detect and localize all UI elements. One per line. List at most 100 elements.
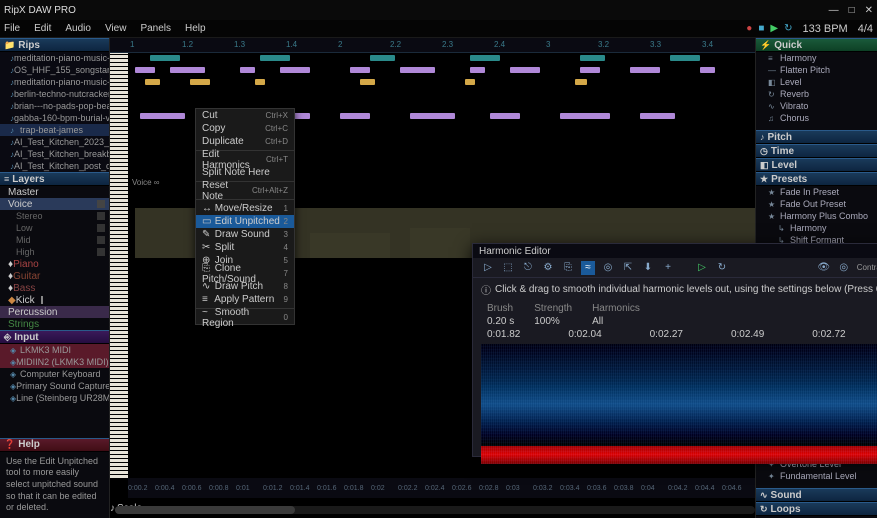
ctx-copy[interactable]: CopyCtrl+C (196, 122, 294, 135)
audio-clip[interactable] (340, 113, 370, 119)
unpitched-region[interactable] (310, 233, 390, 258)
audio-clip[interactable] (140, 113, 185, 119)
export-tool-icon[interactable]: ⇱ (621, 261, 635, 275)
rip-item[interactable]: ♪berlin-techno-nutcracker... (0, 88, 109, 100)
audio-clip[interactable] (135, 67, 155, 73)
maximize-icon[interactable]: □ (849, 5, 855, 16)
audio-clip[interactable] (150, 55, 180, 61)
horizontal-scrollbar[interactable] (115, 506, 755, 514)
audio-clip[interactable] (670, 55, 700, 61)
rip-item[interactable]: ♪brian---no-pads-pop-beats... (0, 100, 109, 112)
audio-clip[interactable] (190, 79, 210, 85)
harm-param-strength[interactable]: Strength100% (534, 303, 572, 327)
help-header[interactable]: ❓Help (0, 438, 109, 452)
ctx-edit-unpitched[interactable]: ▭ Edit Unpitched2 (196, 215, 294, 228)
percussion-layer[interactable]: Percussion (0, 306, 109, 318)
add-tool-icon[interactable]: + (661, 261, 675, 275)
quick-chorus[interactable]: ♫Chorus (756, 112, 877, 124)
ctx-edit-harmonics[interactable]: Edit HarmonicsCtrl+T (196, 153, 294, 166)
voice-sub-layer[interactable]: Mid (0, 234, 109, 246)
audio-clip[interactable] (465, 79, 475, 85)
preset-item[interactable]: ★Fade In Preset (756, 186, 877, 198)
preset-item[interactable]: ★Fade Out Preset (756, 198, 877, 210)
harm-param-brush[interactable]: Brush0.20 s (487, 303, 514, 327)
guitar-layer[interactable]: ♦Guitar (0, 270, 109, 282)
rip-item[interactable]: ♪trap-beat-james (0, 124, 109, 136)
record-button[interactable]: ● (746, 23, 752, 34)
input-item[interactable]: ◈Primary Sound Capture Dr... (0, 380, 109, 392)
rip-item[interactable]: ♪AI_Test_Kitchen_breakbea... (0, 148, 109, 160)
ctx-apply-pattern[interactable]: ≡ Apply Pattern9 (196, 293, 294, 306)
rip-item[interactable]: ♪OS_HHF_155_songstarter... (0, 64, 109, 76)
audio-clip[interactable] (700, 67, 715, 73)
input-item[interactable]: ◈Computer Keyboard (0, 368, 109, 380)
ctx-clone-pitch-sound[interactable]: ⎘ Clone Pitch/Sound7 (196, 267, 294, 280)
quick-header[interactable]: ⚡Quick (756, 38, 877, 52)
tempo-display[interactable]: 133 BPM (802, 23, 847, 35)
contrast-label[interactable]: Contrast (857, 263, 877, 272)
audio-clip[interactable] (280, 67, 310, 73)
level-header[interactable]: ◧Level (756, 158, 877, 172)
audio-clip[interactable] (360, 79, 375, 85)
master-layer[interactable]: Master (0, 186, 109, 198)
stop-button[interactable]: ■ (758, 23, 764, 34)
preset-item[interactable]: ★Harmony Plus Combo (756, 210, 877, 222)
input-header[interactable]: ⎆Input (0, 330, 109, 344)
audio-clip[interactable] (490, 113, 520, 119)
repair-item[interactable]: ✦Fundamental Level (756, 470, 877, 482)
menu-help[interactable]: Help (185, 23, 206, 34)
audio-clip[interactable] (580, 67, 600, 73)
audio-clip[interactable] (240, 67, 255, 73)
loop-harm-icon[interactable]: ↻ (715, 261, 729, 275)
menu-edit[interactable]: Edit (34, 23, 51, 34)
ctx-split[interactable]: ✂ Split4 (196, 241, 294, 254)
menu-file[interactable]: File (4, 23, 20, 34)
piano-layer[interactable]: ♦Piano (0, 258, 109, 270)
audio-clip[interactable] (560, 113, 610, 119)
audio-clip[interactable] (350, 67, 370, 73)
preset-item[interactable]: ↳Harmony (756, 222, 877, 234)
audio-clip[interactable] (260, 55, 290, 61)
ctx-draw-sound[interactable]: ✎ Draw Sound3 (196, 228, 294, 241)
audio-clip[interactable] (510, 67, 540, 73)
time-ruler[interactable]: 0:00.20:00.40:00.60:00.80:010:01.20:01.4… (128, 478, 755, 498)
voice-layer[interactable]: Voice (0, 198, 109, 210)
quick-harmony[interactable]: ≡Harmony (756, 52, 877, 64)
rips-header[interactable]: 📁Rips (0, 38, 109, 52)
rip-item[interactable]: ♪meditation-piano-music-... (0, 52, 109, 64)
audio-clip[interactable] (575, 79, 587, 85)
menu-view[interactable]: View (105, 23, 127, 34)
quick-flatten-pitch[interactable]: —Flatten Pitch (756, 64, 877, 76)
target-icon[interactable]: ◎ (837, 261, 851, 275)
audio-clip[interactable] (370, 55, 395, 61)
harm-param-harmonics[interactable]: HarmonicsAll (592, 303, 640, 327)
audio-clip[interactable] (630, 67, 660, 73)
menu-panels[interactable]: Panels (140, 23, 171, 34)
audio-clip[interactable] (170, 67, 205, 73)
audio-clip[interactable] (145, 79, 160, 85)
pointer-tool-icon[interactable]: ▷ (481, 261, 495, 275)
piano-keyboard[interactable] (110, 53, 128, 478)
close-icon[interactable]: ✕ (865, 5, 873, 16)
kick-layer[interactable]: ◆Kick (0, 294, 109, 306)
menu-audio[interactable]: Audio (65, 23, 91, 34)
audio-clip[interactable] (470, 55, 500, 61)
audio-clip[interactable] (410, 113, 455, 119)
tune-tool-icon[interactable]: ⎋ (521, 261, 535, 275)
minimize-icon[interactable]: — (829, 5, 839, 16)
ctx-move-resize[interactable]: ↔ Move/Resize1 (196, 202, 294, 215)
ctx-reset-note[interactable]: Reset NoteCtrl+Alt+Z (196, 184, 294, 197)
input-item[interactable]: ◈MIDIIN2 (LKMK3 MIDI) (0, 356, 109, 368)
quick-vibrato[interactable]: ∿Vibrato (756, 100, 877, 112)
input-item[interactable]: ◈Line (Steinberg UR28M) (0, 392, 109, 404)
layers-header[interactable]: ≡Layers (0, 172, 109, 186)
clone-tool-icon[interactable]: ⎘ (561, 261, 575, 275)
timesig-display[interactable]: 4/4 (858, 23, 873, 35)
rip-item[interactable]: ♪gabba-160-bpm-burial-vo... (0, 112, 109, 124)
quick-level[interactable]: ◧Level (756, 76, 877, 88)
rip-item[interactable]: ♪AI_Test_Kitchen_post_dub... (0, 160, 109, 172)
play-harm-icon[interactable]: ▷ (695, 261, 709, 275)
bass-layer[interactable]: ♦Bass (0, 282, 109, 294)
select-tool-icon[interactable]: ⬚ (501, 261, 515, 275)
quick-reverb[interactable]: ↻Reverb (756, 88, 877, 100)
